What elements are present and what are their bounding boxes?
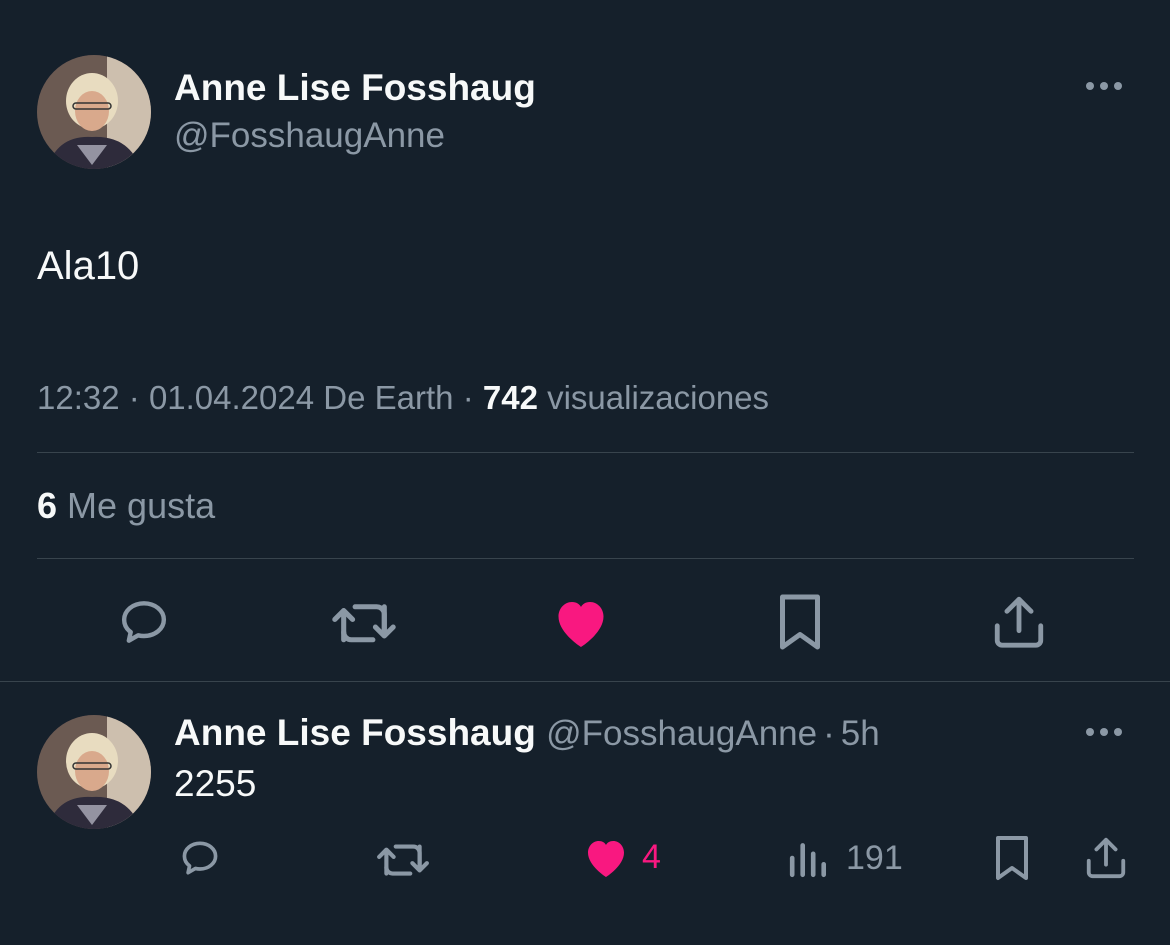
analytics-bar-icon: [789, 843, 827, 878]
avatar[interactable]: [37, 55, 151, 169]
like-button[interactable]: [551, 594, 611, 650]
share-button[interactable]: [991, 592, 1047, 650]
reply-retweet-button[interactable]: [376, 838, 430, 880]
share-icon: [994, 596, 1044, 648]
tweet-meta: 12:32 · 01.04.2024 De Earth · 742 visual…: [37, 376, 769, 420]
reply-author-handle[interactable]: @FosshaugAnne: [546, 714, 817, 753]
reply-text: 2255: [174, 763, 257, 804]
reply-views-count: 191: [846, 839, 903, 877]
reply-share-button[interactable]: [1084, 834, 1128, 880]
divider: [37, 452, 1134, 453]
bookmark-icon: [996, 836, 1028, 880]
more-horizontal-icon: [1086, 82, 1094, 90]
bookmark-button[interactable]: [774, 592, 826, 652]
reply-age[interactable]: 5h: [841, 714, 880, 753]
reply-bookmark-button[interactable]: [992, 834, 1032, 882]
tweet-text: Ala10: [37, 244, 140, 288]
avatar-photo: [37, 715, 151, 829]
more-options-button[interactable]: [1086, 82, 1122, 90]
reply-views-button[interactable]: 191: [788, 836, 903, 880]
heart-filled-icon: [558, 602, 604, 647]
meta-separator: ·: [462, 379, 474, 416]
reply-button[interactable]: [114, 594, 174, 650]
reply-like-count: 4: [642, 838, 661, 876]
likes-label: Me gusta: [67, 485, 216, 526]
reply-more-options-button[interactable]: [1086, 728, 1122, 736]
tweet-source: De Earth: [323, 379, 454, 416]
heart-filled-icon: [588, 841, 624, 877]
meta-separator: ·: [128, 379, 140, 416]
retweet-icon: [332, 604, 396, 643]
retweet-button[interactable]: [331, 596, 397, 648]
reply-avatar[interactable]: [37, 715, 151, 829]
views-count: 742: [482, 379, 538, 416]
reply-author-name[interactable]: Anne Lise Fosshaug: [174, 712, 536, 753]
tweet-date[interactable]: 01.04.2024: [149, 379, 314, 416]
reply-separator: ·: [823, 714, 835, 753]
likes-count: 6: [37, 485, 58, 526]
author-name[interactable]: Anne Lise Fosshaug: [174, 66, 536, 110]
views-label: visualizaciones: [547, 379, 770, 416]
reply-header: Anne Lise Fosshaug @FosshaugAnne · 5h: [174, 711, 880, 756]
author-handle[interactable]: @FosshaugAnne: [174, 114, 445, 158]
divider: [37, 558, 1134, 559]
reply-like-button[interactable]: 4: [582, 834, 661, 880]
more-horizontal-icon: [1086, 728, 1094, 736]
avatar-photo: [37, 55, 151, 169]
tweet-time[interactable]: 12:32: [37, 379, 120, 416]
reply-reply-button[interactable]: [176, 836, 224, 880]
share-icon: [1086, 837, 1126, 879]
comment-icon: [121, 601, 167, 643]
comment-icon: [182, 841, 218, 875]
divider: [0, 681, 1170, 682]
retweet-icon: [377, 844, 429, 876]
bookmark-icon: [780, 594, 820, 650]
likes-summary[interactable]: 6 Me gusta: [37, 484, 215, 528]
